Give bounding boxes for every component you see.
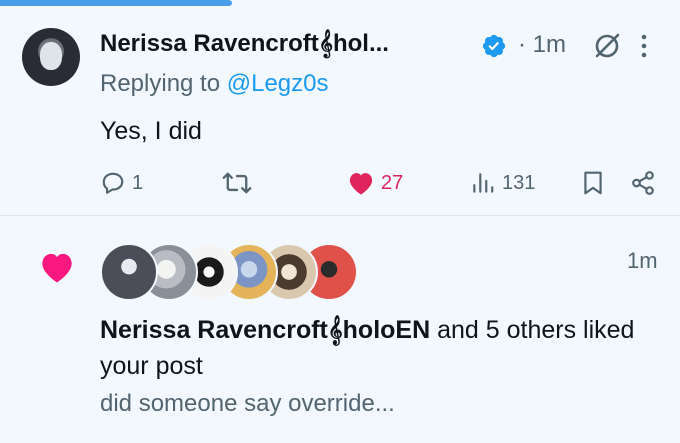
more-options-icon[interactable]: [637, 32, 651, 60]
views-button[interactable]: 131: [470, 168, 535, 198]
liker-avatars: [100, 243, 358, 301]
liker-name-link[interactable]: Nerissa Ravencroft𝄞holoEN: [100, 316, 430, 344]
heart-icon: [42, 253, 72, 283]
like-count: 27: [381, 171, 404, 194]
share-button[interactable]: [630, 168, 656, 198]
retweet-icon: [222, 172, 252, 194]
liker-avatar[interactable]: [100, 243, 158, 301]
share-icon: [632, 171, 654, 195]
reply-count: 1: [132, 171, 144, 194]
author-name[interactable]: Nerissa Ravencroft𝄞hol...: [100, 30, 389, 58]
replying-to: Replying to @Legz0s: [100, 70, 329, 98]
reply-icon: [102, 172, 124, 194]
bookmark-button[interactable]: [581, 168, 605, 198]
views-icon: [473, 173, 494, 193]
notification-text: Nerissa Ravencroft𝄞holoEN and 5 others l…: [100, 312, 660, 384]
tweet-text: Yes, I did: [100, 117, 202, 145]
notification-time: 1m: [627, 248, 658, 273]
tweet-time-value: 1m: [532, 31, 567, 58]
tweet[interactable]: Nerissa Ravencroft𝄞hol... · 1m Replying …: [0, 0, 680, 216]
quoted-post-text[interactable]: did someone say override...: [100, 390, 395, 418]
retweet-button[interactable]: [222, 168, 252, 198]
grok-icon[interactable]: [592, 31, 622, 61]
replying-handle-link[interactable]: @Legz0s: [227, 70, 329, 97]
reply-button[interactable]: 1: [100, 168, 143, 198]
verified-badge-icon: [482, 34, 506, 58]
tweet-time[interactable]: · 1m: [518, 31, 566, 59]
heart-filled-icon: [349, 173, 373, 195]
like-button[interactable]: 27: [347, 168, 403, 198]
author-avatar[interactable]: [22, 28, 80, 86]
replying-prefix: Replying to: [100, 70, 227, 97]
bookmark-icon: [584, 171, 602, 195]
time-separator: ·: [518, 31, 526, 58]
view-count: 131: [502, 171, 536, 194]
